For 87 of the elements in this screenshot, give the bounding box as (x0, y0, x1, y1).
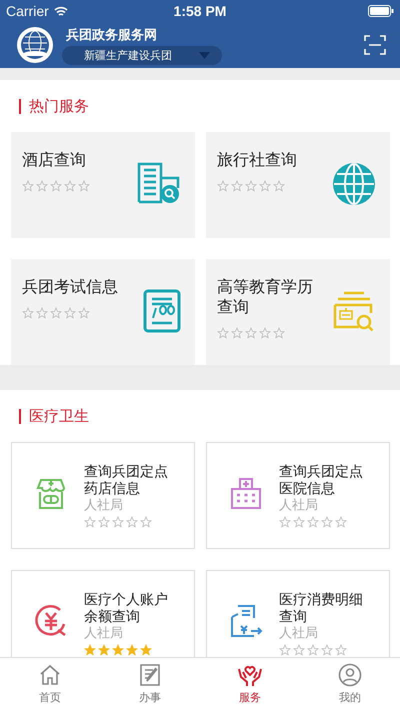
service-card[interactable]: 酒店查询 (11, 132, 195, 238)
service-title: 高等教育学历查询 (217, 277, 314, 317)
star-icon (279, 644, 291, 656)
service-card[interactable]: 医疗消费明细查询 人社局 (206, 570, 390, 657)
star-icon (78, 307, 90, 319)
star-icon (307, 644, 319, 656)
carrier-name: Carrier (6, 3, 49, 19)
edit-form-icon (139, 663, 161, 687)
star-icon (335, 516, 347, 528)
service-title: 医疗个人账户余额查询 (84, 592, 169, 626)
tab-bar-item[interactable]: 首页 (0, 658, 100, 710)
star-icon (36, 180, 48, 192)
star-icon (50, 307, 62, 319)
star-icon (126, 516, 138, 528)
app-title: 兵团政务服务网 (65, 26, 158, 44)
status-time: 1:58 PM (174, 3, 226, 19)
user-icon (338, 663, 362, 687)
degree-search-icon (332, 289, 376, 333)
bill-envelope-icon (229, 604, 263, 638)
star-icon (140, 516, 152, 528)
star-icon (22, 307, 34, 319)
star-icon (50, 180, 62, 192)
hospital-icon (229, 476, 263, 510)
star-icon (217, 180, 229, 192)
service-card[interactable]: 查询兵团定点药店信息 人社局 (11, 442, 195, 549)
service-title: 旅行社查询 (217, 150, 298, 170)
region-dropdown[interactable]: 新疆生产建设兵团 (62, 46, 222, 64)
service-department: 人社局 (279, 498, 319, 514)
service-title: 查询兵团定点药店信息 (84, 464, 169, 498)
star-icon (231, 180, 243, 192)
star-icon (64, 180, 76, 192)
filled-star-icon (84, 644, 96, 656)
globe-icon (332, 162, 376, 206)
filled-star-icon (112, 644, 124, 656)
battery-icon (368, 5, 394, 17)
caret-icon (199, 52, 210, 58)
star-icon (293, 516, 305, 528)
star-icon (98, 516, 110, 528)
star-icon (245, 327, 257, 339)
star-icon (273, 180, 285, 192)
star-icon (36, 307, 48, 319)
scan-icon[interactable] (364, 35, 386, 55)
service-department: 人社局 (279, 626, 319, 642)
star-icon (112, 516, 124, 528)
pharmacy-icon (34, 476, 68, 510)
service-card[interactable]: 旅行社查询 (206, 132, 390, 238)
service-card[interactable]: 医疗个人账户余额查询 人社局 (11, 570, 195, 657)
section-title: 热门服务 (29, 96, 89, 116)
service-card[interactable]: 高等教育学历查询 (206, 259, 390, 365)
filled-star-icon (140, 644, 152, 656)
star-icon (307, 516, 319, 528)
star-icon (231, 327, 243, 339)
service-title: 查询兵团定点医院信息 (279, 464, 364, 498)
star-icon (22, 180, 34, 192)
home-icon (38, 663, 62, 687)
building-search-icon (137, 162, 181, 204)
star-icon (245, 180, 257, 192)
star-icon (321, 644, 333, 656)
tab-bar-item[interactable]: 我的 (300, 658, 400, 710)
star-icon (84, 516, 96, 528)
star-icon (217, 327, 229, 339)
star-icon (279, 516, 291, 528)
tab-bar-item[interactable]: 办事 (100, 658, 200, 710)
filled-star-icon (126, 644, 138, 656)
wifi-icon (54, 6, 68, 16)
star-icon (64, 307, 76, 319)
service-department: 人社局 (84, 498, 124, 514)
service-card[interactable]: 兵团考试信息 (11, 259, 195, 365)
star-icon (78, 180, 90, 192)
service-title: 酒店查询 (22, 150, 87, 170)
section-title: 医疗卫生 (29, 406, 89, 426)
exam-score-icon (143, 289, 181, 333)
yuan-search-icon (34, 604, 68, 638)
star-icon (273, 327, 285, 339)
service-title: 兵团考试信息 (22, 277, 119, 297)
service-department: 人社局 (84, 626, 124, 642)
star-icon (293, 644, 305, 656)
logo-icon (16, 26, 54, 64)
service-title: 医疗消费明细查询 (279, 592, 364, 626)
star-icon (321, 516, 333, 528)
star-icon (259, 180, 271, 192)
service-card[interactable]: 查询兵团定点医院信息 人社局 (206, 442, 390, 549)
star-icon (335, 644, 347, 656)
filled-star-icon (98, 644, 110, 656)
star-icon (259, 327, 271, 339)
tab-bar-item[interactable]: 服务 (200, 658, 300, 710)
hands-heart-icon (237, 663, 263, 687)
